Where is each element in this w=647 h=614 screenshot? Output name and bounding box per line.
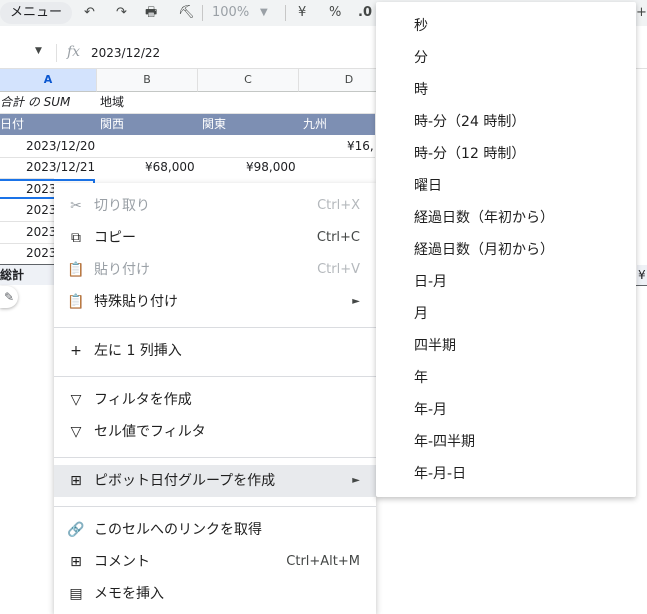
copy-menu-item[interactable]: ⧉ コピー Ctrl+C	[54, 222, 376, 254]
context-menu: ✂ 切り取り Ctrl+X ⧉ コピー Ctrl+C 📋 貼り付け Ctrl+V…	[54, 183, 376, 614]
percent-format-button[interactable]: %	[329, 3, 341, 23]
menu-item-label: 特殊貼り付け	[94, 294, 178, 310]
submenu-item[interactable]: 秒	[414, 10, 428, 42]
add-icon[interactable]: +	[636, 3, 647, 23]
get-link-menu-item[interactable]: 🔗 このセルへのリンクを取得	[54, 514, 376, 546]
plus-icon: +	[70, 343, 82, 359]
submenu-arrow-icon: ►	[352, 296, 360, 307]
pivot-date-group-submenu: 秒 分 時 時-分（24 時制） 時-分（12 時制） 曜日 経過日数（年初から…	[376, 2, 636, 497]
menu-divider	[54, 327, 376, 328]
pivot-total-label[interactable]: 総計	[0, 265, 24, 286]
submenu-item[interactable]: 年-月	[414, 394, 447, 426]
submenu-item[interactable]: 年-月-日	[414, 458, 466, 490]
pivot-edit-icon[interactable]: ✎	[0, 286, 18, 308]
currency-format-button[interactable]: ¥	[298, 3, 306, 23]
pivot-date-cell[interactable]: 2023/12/20	[26, 136, 95, 157]
pivot-value-cell[interactable]: ¥16,	[347, 136, 374, 157]
column-header-b[interactable]: B	[97, 69, 198, 92]
submenu-item[interactable]: 分	[414, 42, 428, 74]
submenu-item[interactable]: 経過日数（月初から）	[414, 234, 554, 266]
pivot-region-header[interactable]: 関西	[100, 114, 124, 135]
paste-menu-item[interactable]: 📋 貼り付け Ctrl+V	[54, 254, 376, 286]
submenu-item[interactable]: 経過日数（年初から）	[414, 202, 554, 234]
menu-divider	[54, 506, 376, 507]
pivot-date-cell[interactable]: 2023/12/21	[26, 157, 95, 178]
name-box-dropdown-icon[interactable]: ▼	[35, 46, 42, 56]
insert-note-menu-item[interactable]: ▤ メモを挿入	[54, 578, 376, 610]
menu-item-label: ピボット日付グループを作成	[94, 473, 276, 489]
menu-item-label: 貼り付け	[94, 262, 150, 278]
redo-icon[interactable]: ↷	[116, 3, 127, 23]
print-icon[interactable]: 🖶	[145, 3, 157, 23]
comment-menu-item[interactable]: ⊞ コメント Ctrl+Alt+M	[54, 546, 376, 578]
menu-item-label: このセルへのリンクを取得	[94, 522, 262, 538]
pivot-total-value[interactable]: ¥	[638, 265, 646, 286]
filter-by-value-menu-item[interactable]: ▽ セル値でフィルタ	[54, 416, 376, 448]
pivot-date-group-menu-item[interactable]: ⊞ ピボット日付グループを作成 ►	[54, 465, 376, 497]
menu-item-label: セル値でフィルタ	[94, 424, 206, 440]
create-filter-menu-item[interactable]: ▽ フィルタを作成	[54, 384, 376, 416]
zoom-dropdown-icon[interactable]: ▼	[260, 3, 268, 23]
toolbar-divider	[285, 5, 286, 21]
pivot-value-cell[interactable]: ¥98,000	[246, 157, 296, 178]
menu-item-shortcut: Ctrl+C	[316, 230, 360, 245]
submenu-item[interactable]: 時-分（24 時制）	[414, 106, 525, 138]
pivot-region-label[interactable]: 地域	[100, 92, 124, 113]
pivot-date-cell[interactable]: 2023	[26, 179, 57, 200]
comment-icon: ⊞	[70, 554, 82, 570]
menu-button[interactable]: メニュー	[0, 2, 72, 24]
submenu-item[interactable]: 四半期	[414, 330, 456, 362]
column-header-c[interactable]: C	[198, 69, 299, 92]
column-header-a[interactable]: A	[0, 69, 97, 92]
submenu-item[interactable]: 曜日	[414, 170, 442, 202]
pivot-region-header[interactable]: 九州	[303, 114, 327, 135]
copy-icon: ⧉	[71, 230, 81, 246]
submenu-item[interactable]: 年	[414, 362, 428, 394]
decrease-decimal-button[interactable]: .0	[358, 3, 372, 23]
submenu-arrow-icon: ►	[352, 475, 360, 486]
pivot-date-label[interactable]: 日付	[0, 114, 24, 135]
paste-special-menu-item[interactable]: 📋 特殊貼り付け ►	[54, 286, 376, 318]
link-icon: 🔗	[67, 522, 85, 538]
submenu-item[interactable]: 年-四半期	[414, 426, 475, 458]
menu-item-shortcut: Ctrl+V	[317, 262, 360, 277]
pivot-value-cell[interactable]: ¥68,000	[145, 157, 195, 178]
insert-column-menu-item[interactable]: + 左に 1 列挿入	[54, 335, 376, 367]
submenu-item[interactable]: 時	[414, 74, 428, 106]
undo-icon[interactable]: ↶	[84, 3, 95, 23]
filter-icon: ▽	[70, 392, 82, 408]
cut-menu-item[interactable]: ✂ 切り取り Ctrl+X	[54, 190, 376, 222]
filter-icon: ▽	[70, 424, 82, 440]
pivot-date-cell[interactable]: 2023	[26, 222, 57, 243]
menu-divider	[54, 457, 376, 458]
paint-format-icon[interactable]: ⛏	[178, 3, 195, 23]
formula-divider	[56, 44, 57, 62]
submenu-item[interactable]: 月	[414, 298, 428, 330]
pivot-region-header[interactable]: 関東	[202, 114, 226, 135]
formula-input[interactable]: 2023/12/22	[91, 46, 160, 60]
menu-item-shortcut: Ctrl+X	[317, 198, 360, 213]
menu-item-label: 切り取り	[94, 198, 150, 214]
pivot-date-cell[interactable]: 2023	[26, 200, 57, 221]
menu-item-label: 左に 1 列挿入	[94, 343, 182, 359]
menu-item-shortcut: Ctrl+Alt+M	[286, 554, 360, 569]
clipboard-icon: 📋	[67, 294, 85, 310]
menu-divider	[54, 376, 376, 377]
add-box-icon: ⊞	[70, 473, 82, 489]
fx-icon: fx	[67, 44, 81, 60]
menu-item-label: コピー	[94, 230, 136, 246]
scissors-icon: ✂	[70, 198, 82, 214]
menu-item-label: フィルタを作成	[94, 392, 192, 408]
menu-item-label: コメント	[94, 554, 150, 570]
zoom-select[interactable]: 100%	[212, 3, 249, 23]
pivot-corner-label[interactable]: 合計 の SUM	[0, 92, 70, 113]
note-icon: ▤	[69, 586, 83, 602]
menu-item-label: メモを挿入	[94, 586, 164, 602]
submenu-item[interactable]: 日-月	[414, 266, 447, 298]
toolbar-divider	[202, 5, 203, 21]
clipboard-icon: 📋	[67, 262, 85, 278]
submenu-item[interactable]: 時-分（12 時制）	[414, 138, 525, 170]
pivot-date-cell[interactable]: 2023	[26, 243, 57, 264]
